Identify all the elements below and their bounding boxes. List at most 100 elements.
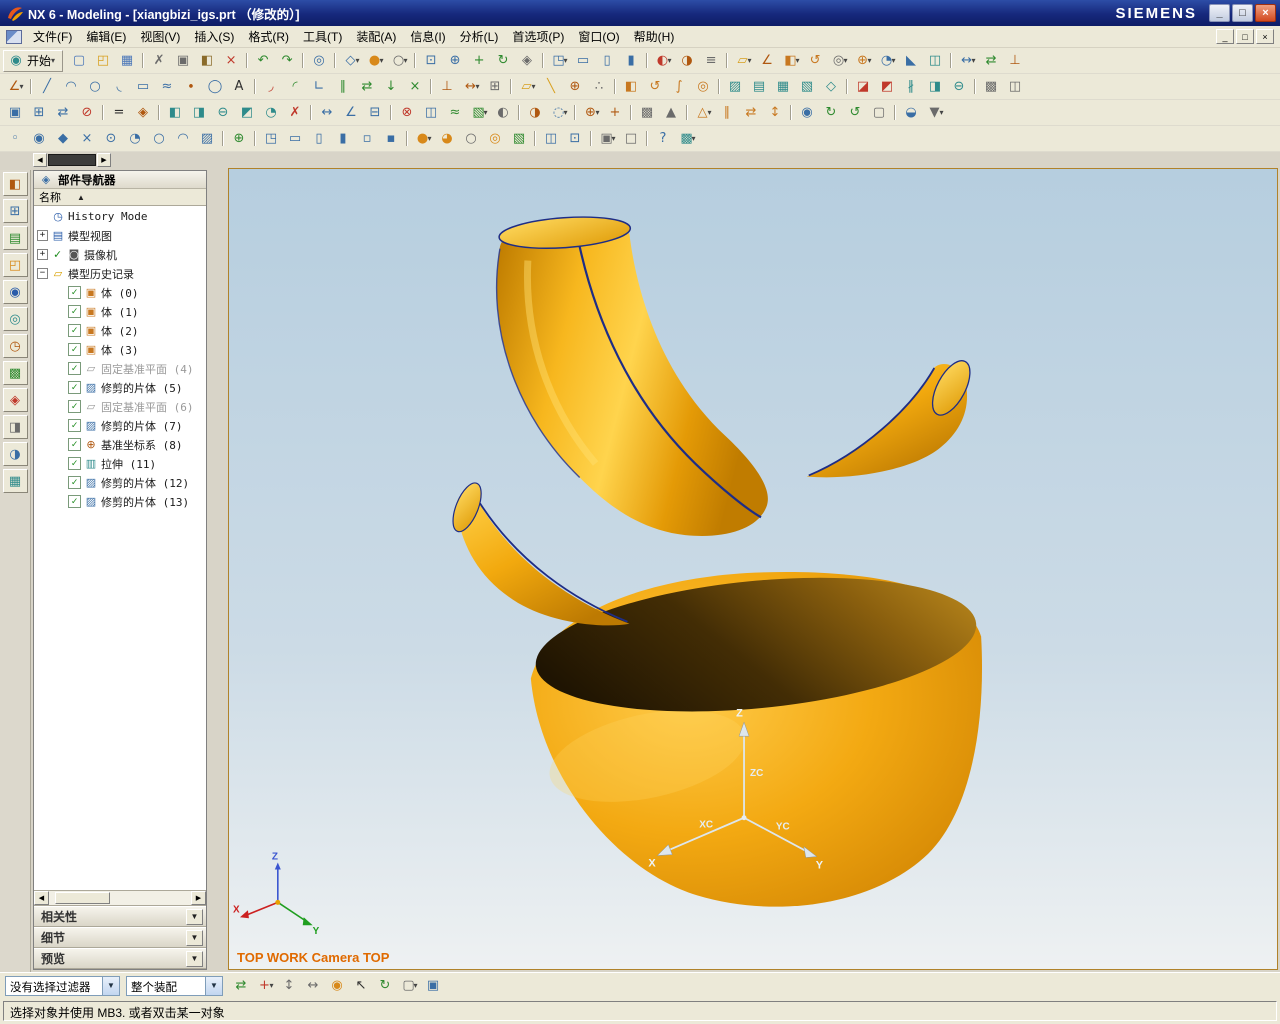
trimetric-view-icon[interactable]: ◳ ▾	[547, 50, 571, 72]
quick-trim-icon[interactable]: ◞	[259, 76, 283, 98]
toolbar-separator[interactable]	[587, 128, 595, 150]
hole-icon[interactable]: ◎ ▾	[827, 50, 851, 72]
top-view-icon[interactable]: ▭	[571, 50, 595, 72]
start-menu-button[interactable]: ◉ 开始 ▾	[3, 49, 64, 72]
quadrant-snap-icon[interactable]: ◔	[123, 128, 147, 150]
tree-item-trimmed-sheet-7[interactable]: ✓ ▨ 修剪的片体 (7)	[54, 416, 206, 435]
geometric-constraints-icon[interactable]: ⊥	[435, 76, 459, 98]
tree-expander[interactable]: +	[37, 249, 48, 260]
pan-icon[interactable]: +	[467, 50, 491, 72]
menu-item[interactable]: 插入(S)	[187, 25, 241, 48]
tree-item-body-0[interactable]: ✓ ▣ 体 (0)	[54, 283, 206, 302]
menu-item[interactable]: 格式(R)	[241, 25, 296, 48]
tree-checkbox[interactable]: ✓	[68, 381, 81, 394]
layer-settings-icon[interactable]: ≡	[699, 50, 723, 72]
measure-angle-icon[interactable]: ∠	[339, 102, 363, 124]
datum-plane-icon[interactable]: ▱ ▾	[515, 76, 539, 98]
measure-distance-icon[interactable]: ↔ ▾	[955, 50, 979, 72]
tree-horizontal-scrollbar[interactable]: ◀ ▶	[34, 890, 206, 905]
quick-extend-icon[interactable]: ◜	[283, 76, 307, 98]
chamfer-icon[interactable]: ◣	[899, 50, 923, 72]
tree-expander[interactable]	[54, 344, 65, 355]
tree-item-body-1[interactable]: ✓ ▣ 体 (1)	[54, 302, 206, 321]
intersection-curve-icon[interactable]: ×	[403, 76, 427, 98]
toolbar-separator[interactable]	[627, 102, 635, 124]
studio-spline-icon[interactable]: ≈	[155, 76, 179, 98]
arc-center-snap-icon[interactable]: ⊙	[99, 128, 123, 150]
tree-item-fixed-datum-plane-6[interactable]: ✓ ▱ 固定基准平面 (6)	[54, 397, 206, 416]
wcs-dynamics-icon[interactable]: ⊕ ▾	[579, 102, 603, 124]
point-on-curve-snap-icon[interactable]: ◠	[171, 128, 195, 150]
shaded-icon[interactable]: ◕	[435, 128, 459, 150]
pan-tool-icon[interactable]: ↔	[301, 975, 325, 997]
datum-axis-icon[interactable]: ╲	[539, 76, 563, 98]
thicken-icon[interactable]: ◨	[923, 76, 947, 98]
process-studio-tab-icon[interactable]: ◈	[2, 388, 28, 412]
menu-item[interactable]: 窗口(O)	[571, 25, 626, 48]
offset-curve-icon[interactable]: ∥	[331, 76, 355, 98]
surface-analysis-icon[interactable]: ▧ ▾	[467, 102, 491, 124]
revolve-icon[interactable]: ↺	[643, 76, 667, 98]
toolbar-separator[interactable]	[715, 76, 723, 98]
view-right-icon[interactable]: ▮	[331, 128, 355, 150]
curve-mesh-icon[interactable]: ▦	[771, 76, 795, 98]
roles-tab-icon[interactable]: ◑	[2, 442, 28, 466]
tree-expander[interactable]	[54, 382, 65, 393]
tree-checkbox[interactable]: ✓	[68, 286, 81, 299]
snapshot-icon[interactable]: ▢	[867, 102, 891, 124]
edit-feature-icon[interactable]: ▣	[3, 102, 27, 124]
arc-icon[interactable]: ◠	[59, 76, 83, 98]
toolbar-separator[interactable]	[611, 76, 619, 98]
slider-right-button[interactable]: ▶	[97, 153, 111, 167]
toolbar-separator[interactable]	[299, 50, 307, 72]
tree-checkbox[interactable]: ✓	[68, 343, 81, 356]
fit-view-icon[interactable]: ⊡	[419, 50, 443, 72]
offset-surface-icon[interactable]: ⊖	[947, 76, 971, 98]
direct-sketch-icon[interactable]: ∠ ▾	[3, 76, 27, 98]
n-sided-surface-icon[interactable]: ◇	[819, 76, 843, 98]
interpart-link-icon[interactable]: ⇄	[229, 975, 253, 997]
tree-item-extrude-11[interactable]: ✓ ▥ 拉伸 (11)	[54, 454, 206, 473]
circle-icon[interactable]: ○	[83, 76, 107, 98]
fit-window-icon[interactable]: ⊡	[563, 128, 587, 150]
scroll-thumb[interactable]	[55, 892, 110, 904]
menu-item[interactable]: 文件(F)	[26, 25, 79, 48]
interference-check-icon[interactable]: ⊗	[395, 102, 419, 124]
orbit-tool-icon[interactable]: ↻	[373, 975, 397, 997]
toolbar-separator[interactable]	[155, 102, 163, 124]
rendering-style-icon[interactable]: ● ▾	[363, 50, 387, 72]
wcs-orient-icon[interactable]: +	[603, 102, 627, 124]
menu-item[interactable]: 首选项(P)	[505, 25, 571, 48]
studio-render-icon[interactable]: ◎	[483, 128, 507, 150]
tree-item-body-3[interactable]: ✓ ▣ 体 (3)	[54, 340, 206, 359]
copy-icon[interactable]: ▣	[171, 50, 195, 72]
tree-expander[interactable]	[54, 439, 65, 450]
mdi-close-button[interactable]: ×	[1256, 29, 1274, 44]
clip-section-icon[interactable]: ◫	[539, 128, 563, 150]
front-view-icon[interactable]: ▯	[595, 50, 619, 72]
suppress-feature-icon[interactable]: ⊘	[75, 102, 99, 124]
point-on-surface-snap-icon[interactable]: ▨	[195, 128, 219, 150]
toolbar-separator[interactable]	[891, 102, 899, 124]
tree-item-cameras[interactable]: + ✓ ◙ 摄像机	[37, 245, 206, 264]
face-analysis-icon[interactable]: ▧	[507, 128, 531, 150]
tree-checkbox[interactable]: ✓	[68, 495, 81, 508]
datum-plane-icon[interactable]: ▱ ▾	[731, 50, 755, 72]
tree-checkbox[interactable]: ✓	[68, 457, 81, 470]
tree-column-header[interactable]: 名称 ▲	[34, 189, 206, 206]
toolbar-separator[interactable]	[411, 50, 419, 72]
part-navigator-tab-icon[interactable]: ▤	[2, 226, 28, 250]
section-dependencies[interactable]: 相关性 ▼	[34, 906, 206, 927]
synchronous-modeling-icon[interactable]: △ ▾	[691, 102, 715, 124]
maximize-button[interactable]: □	[1232, 4, 1253, 22]
menu-item[interactable]: 工具(T)	[296, 25, 349, 48]
tree-item-history-mode[interactable]: ◷ History Mode	[37, 207, 206, 226]
tree-item-trimmed-sheet-5[interactable]: ✓ ▨ 修剪的片体 (5)	[54, 378, 206, 397]
tree-checkbox[interactable]: ✓	[68, 476, 81, 489]
trimmed-sheet-icon[interactable]: ◪	[851, 76, 875, 98]
extrude-icon[interactable]: ◧ ▾	[779, 50, 803, 72]
selection-ball-icon[interactable]: ◉	[325, 975, 349, 997]
section-chevron-button[interactable]: ▼	[186, 929, 203, 946]
assembly-constraints-icon[interactable]: ⊥	[1003, 50, 1027, 72]
toolbar-separator[interactable]	[539, 50, 547, 72]
